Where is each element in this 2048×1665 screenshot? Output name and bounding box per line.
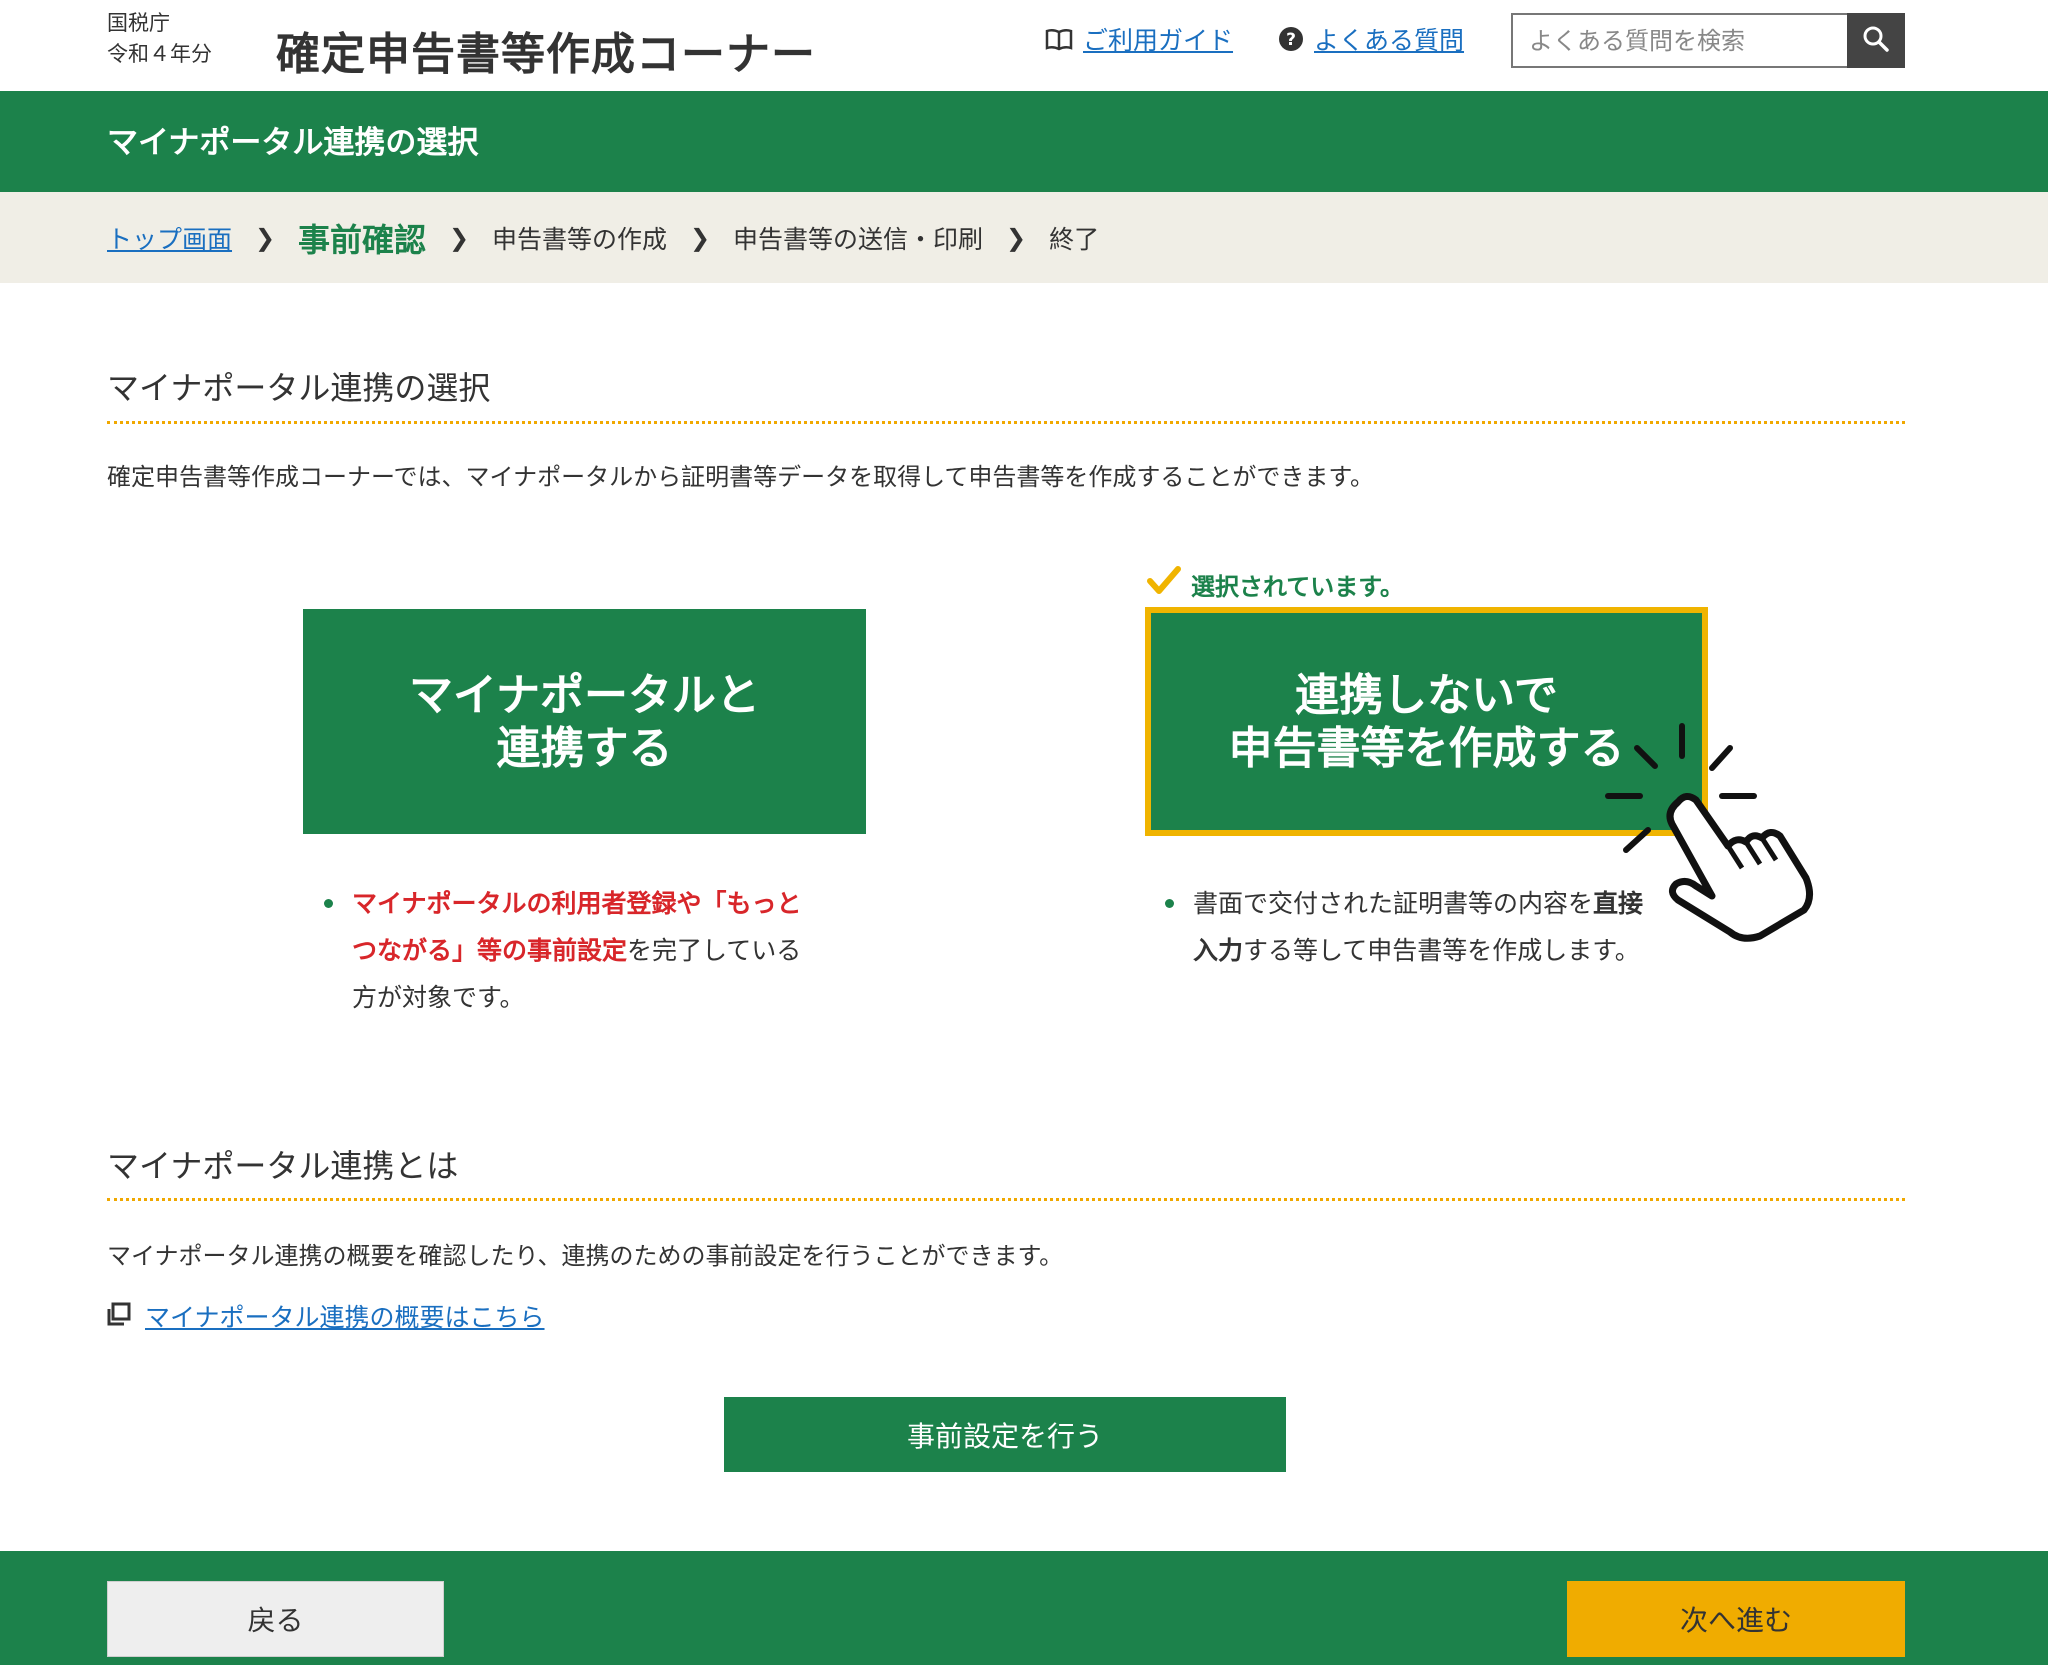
search-icon (1862, 25, 1890, 57)
question-icon: ? (1278, 26, 1304, 52)
note-text: 書面で交付された証明書等の内容を (1193, 889, 1594, 918)
site-header: 国税庁 令和４年分 確定申告書等作成コーナー ご利用ガイド ? よくある質問 (0, 0, 2048, 91)
option-label: 連携しないで 申告書等を作成する (1229, 669, 1625, 775)
selected-indicator: 選択されています。 (1147, 566, 1404, 602)
faq-link[interactable]: よくある質問 (1314, 21, 1464, 57)
option-label-line1: 連携しないで (1295, 669, 1558, 721)
section-divider (107, 421, 1905, 424)
chevron-right-icon: ❯ (689, 223, 711, 252)
page-titlebar: マイナポータル連携の選択 (0, 91, 2048, 192)
faq-search (1511, 13, 1905, 68)
option-label-line1: マイナポータルと (408, 669, 761, 721)
page-title: マイナポータル連携の選択 (107, 125, 479, 161)
agency-name: 国税庁 (107, 11, 170, 35)
pointer-hand-icon (1600, 720, 1830, 954)
app-title: 確定申告書等作成コーナー (276, 29, 816, 80)
faq-search-input[interactable] (1513, 15, 1847, 66)
chevron-right-icon: ❯ (448, 223, 470, 252)
breadcrumb-step-end: 終了 (1049, 224, 1100, 254)
section-description: マイナポータル連携の概要を確認したり、連携のための事前設定を行うことができます。 (107, 1242, 1064, 1270)
next-button[interactable]: 次へ進む (1567, 1581, 1905, 1657)
section-description: 確定申告書等作成コーナーでは、マイナポータルから証明書等データを取得して申告書等… (107, 463, 1374, 491)
no-link-option-note: 書面で交付された証明書等の内容を直接入力する等して申告書等を作成します。 (1165, 880, 1653, 974)
option-label: マイナポータルと 連携する (409, 669, 760, 775)
note-text: する等して申告書等を作成します。 (1243, 936, 1640, 965)
option-label-line2: 申告書等を作成する (1228, 722, 1625, 774)
svg-text:?: ? (1286, 30, 1296, 50)
overview-link[interactable]: マイナポータル連携の概要はこちら (145, 1298, 545, 1334)
guide-link[interactable]: ご利用ガイド (1083, 21, 1233, 57)
external-window-icon (107, 1302, 131, 1330)
breadcrumb-top[interactable]: トップ画面 (107, 220, 232, 256)
search-button[interactable] (1847, 13, 1905, 68)
guide-link-group[interactable]: ご利用ガイド (1045, 22, 1233, 56)
chevron-right-icon: ❯ (1006, 223, 1027, 252)
breadcrumb-step-send: 申告書等の送信・印刷 (733, 224, 984, 254)
section-divider (107, 1198, 1905, 1201)
section-title-selection: マイナポータル連携の選択 (107, 369, 491, 407)
link-mynaportal-option[interactable]: マイナポータルと 連携する (303, 609, 866, 834)
book-icon (1045, 27, 1073, 51)
agency-info: 国税庁 令和４年分 (107, 8, 212, 70)
back-button[interactable]: 戻る (107, 1581, 444, 1657)
chevron-right-icon: ❯ (254, 223, 276, 252)
selected-text: 選択されています。 (1191, 572, 1404, 601)
presetting-button[interactable]: 事前設定を行う (724, 1397, 1286, 1472)
tax-year: 令和４年分 (107, 42, 212, 66)
footer-bar: 戻る 次へ進む (0, 1551, 2048, 1665)
option-label-line2: 連携する (496, 722, 673, 774)
overview-link-group[interactable]: マイナポータル連携の概要はこちら (107, 1298, 545, 1334)
breadcrumb-step-create: 申告書等の作成 (492, 224, 668, 254)
breadcrumb-current: 事前確認 (298, 220, 427, 259)
faq-link-group[interactable]: ? よくある質問 (1278, 22, 1464, 56)
section-title-about: マイナポータル連携とは (107, 1147, 459, 1185)
check-icon (1147, 566, 1181, 602)
link-option-note: マイナポータルの利用者登録や「もっとつながる」等の事前設定を完了している方が対象… (324, 880, 812, 1021)
breadcrumb: トップ画面 ❯ 事前確認 ❯ 申告書等の作成 ❯ 申告書等の送信・印刷 ❯ 終了 (0, 192, 2048, 283)
